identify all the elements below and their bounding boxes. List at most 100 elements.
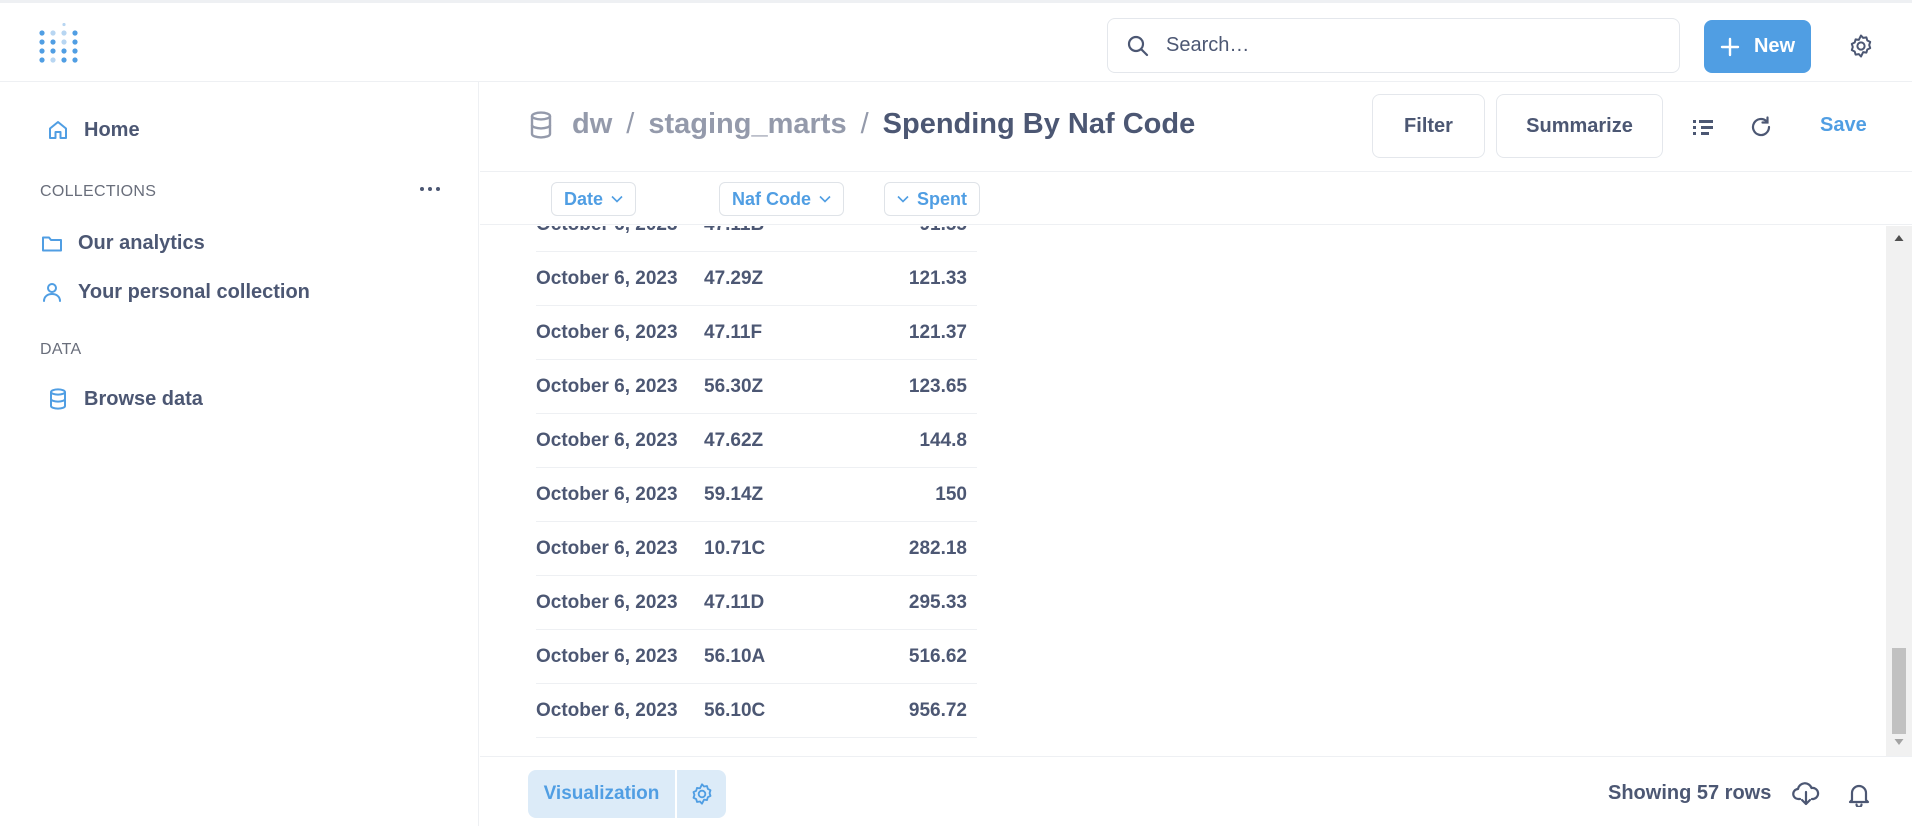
new-button-label: New	[1753, 35, 1796, 57]
plus-icon	[1720, 37, 1740, 56]
spent-cell: 282.18	[908, 538, 967, 559]
download-icon[interactable]	[1792, 781, 1820, 807]
breadcrumb-database[interactable]: dw	[572, 108, 612, 141]
naf-code-cell: 59.14Z	[704, 484, 764, 505]
search-icon	[1127, 35, 1149, 56]
naf-code-cell: 47.11B	[704, 226, 764, 252]
collections-heading: COLLECTIONS	[40, 183, 157, 200]
metabase-logo-icon[interactable]	[38, 23, 80, 67]
chevron-down-icon	[819, 195, 831, 203]
gear-icon[interactable]	[1848, 33, 1874, 59]
spent-cell: 295.33	[908, 592, 967, 613]
app-root: New Home COLLECTIONS Our analytics	[0, 0, 1912, 826]
table-row[interactable]: October 6, 2023 47.29Z 121.33	[536, 252, 977, 306]
column-header-spent[interactable]: Spent	[884, 182, 981, 216]
spent-cell: 516.62	[908, 646, 967, 667]
spent-cell: 91.55	[919, 226, 967, 252]
folder-icon	[42, 236, 62, 252]
spent-cell: 123.65	[908, 376, 967, 397]
breadcrumb: dw / staging_marts / Spending By Naf Cod…	[528, 108, 1195, 141]
naf-code-cell: 56.30Z	[704, 376, 764, 397]
sidebar: Home COLLECTIONS Our analytics Your pers…	[0, 82, 479, 826]
date-cell: October 6, 2023	[536, 268, 678, 289]
table-row[interactable]: October 6, 2023 47.11F 121.37	[536, 306, 977, 360]
save-button[interactable]: Save	[1820, 114, 1867, 137]
naf-code-cell: 47.11D	[704, 592, 765, 613]
column-header-date[interactable]: Date	[551, 182, 637, 216]
date-cell: October 6, 2023	[536, 646, 678, 667]
top-navbar: New	[0, 0, 1912, 82]
column-header-label: Spent	[917, 188, 968, 209]
gear-icon	[692, 783, 711, 805]
spent-cell: 150	[935, 484, 967, 505]
notebook-editor-icon[interactable]	[1690, 114, 1716, 140]
table-row[interactable]: October 6, 2023 47.11D 295.33	[536, 576, 977, 630]
date-cell: October 6, 2023	[536, 592, 678, 613]
table-row[interactable]: October 6, 2023 47.11B 91.55	[536, 226, 977, 252]
sidebar-item-our-analytics[interactable]: Our analytics	[40, 231, 205, 255]
sidebar-item-label: Browse data	[84, 387, 203, 410]
question-header: dw / staging_marts / Spending By Naf Cod…	[480, 82, 1912, 172]
filter-button[interactable]: Filter	[1372, 94, 1485, 158]
table-row[interactable]: October 6, 2023 10.71C 282.18	[536, 522, 977, 576]
spent-cell: 121.37	[908, 322, 967, 343]
new-button[interactable]: New	[1704, 20, 1811, 73]
refresh-icon[interactable]	[1748, 114, 1774, 140]
naf-code-cell: 56.10C	[704, 700, 766, 721]
column-header-label: Date	[564, 188, 604, 209]
search-box[interactable]	[1107, 18, 1680, 73]
database-icon	[530, 110, 552, 139]
sidebar-item-home[interactable]: Home	[46, 118, 140, 142]
bell-icon[interactable]	[1845, 781, 1873, 807]
naf-code-cell: 47.11F	[704, 322, 763, 343]
row-count: Showing 57 rows	[1608, 782, 1772, 804]
naf-code-cell: 10.71C	[704, 538, 766, 559]
naf-code-cell: 47.62Z	[704, 430, 764, 451]
column-header-label: Naf Code	[732, 188, 812, 209]
naf-code-cell: 56.10A	[704, 646, 766, 667]
home-icon	[49, 121, 67, 139]
chevron-down-icon	[897, 195, 909, 203]
date-cell: October 6, 2023	[536, 700, 678, 721]
table-row[interactable]: October 6, 2023 47.62Z 144.8	[536, 414, 977, 468]
visualization-button[interactable]: Visualization	[528, 770, 675, 818]
search-input[interactable]	[1166, 34, 1646, 57]
date-cell: October 6, 2023	[536, 538, 678, 559]
sidebar-item-browse-data[interactable]: Browse data	[46, 387, 203, 411]
spent-cell: 144.8	[919, 430, 967, 451]
table-body: October 6, 2023 47.11B 91.55 October 6, …	[480, 226, 1895, 756]
chevron-down-icon	[611, 195, 623, 203]
date-cell: October 6, 2023	[536, 430, 678, 451]
sidebar-item-label: Home	[84, 118, 140, 141]
table-row[interactable]: October 6, 2023 56.10A 516.62	[536, 630, 977, 684]
breadcrumb-schema[interactable]: staging_marts	[648, 108, 846, 141]
sidebar-item-personal-collection[interactable]: Your personal collection	[40, 280, 310, 304]
scroll-down-arrow-icon[interactable]	[1894, 738, 1904, 746]
person-icon	[43, 283, 61, 302]
table-row[interactable]: October 6, 2023 56.30Z 123.65	[536, 360, 977, 414]
database-icon	[50, 388, 66, 410]
scroll-up-arrow-icon[interactable]	[1894, 234, 1904, 242]
spent-cell: 956.72	[908, 700, 967, 721]
summarize-button[interactable]: Summarize	[1496, 94, 1663, 158]
table-scrollbar[interactable]	[1886, 226, 1912, 756]
sidebar-item-label: Your personal collection	[78, 280, 310, 303]
page-title: Spending By Naf Code	[882, 108, 1196, 140]
date-cell: October 6, 2023	[536, 376, 678, 397]
column-header-naf-code[interactable]: Naf Code	[719, 182, 845, 216]
date-cell: October 6, 2023	[536, 226, 678, 252]
breadcrumb-separator: /	[626, 108, 635, 140]
scrollbar-thumb[interactable]	[1892, 648, 1906, 734]
table-header-row	[480, 173, 1912, 225]
data-heading: DATA	[40, 341, 82, 358]
table-row[interactable]: October 6, 2023 56.10C 956.72	[536, 684, 977, 738]
date-cell: October 6, 2023	[536, 322, 678, 343]
breadcrumb-separator: /	[860, 108, 869, 140]
sidebar-item-label: Our analytics	[78, 231, 205, 254]
spent-cell: 121.33	[908, 268, 967, 289]
table-row[interactable]: October 6, 2023 59.14Z 150	[536, 468, 977, 522]
more-options-icon[interactable]	[418, 182, 442, 196]
view-footer: Visualization Showing 57 rows	[480, 756, 1912, 826]
date-cell: October 6, 2023	[536, 484, 678, 505]
visualization-settings-button[interactable]	[677, 770, 726, 818]
